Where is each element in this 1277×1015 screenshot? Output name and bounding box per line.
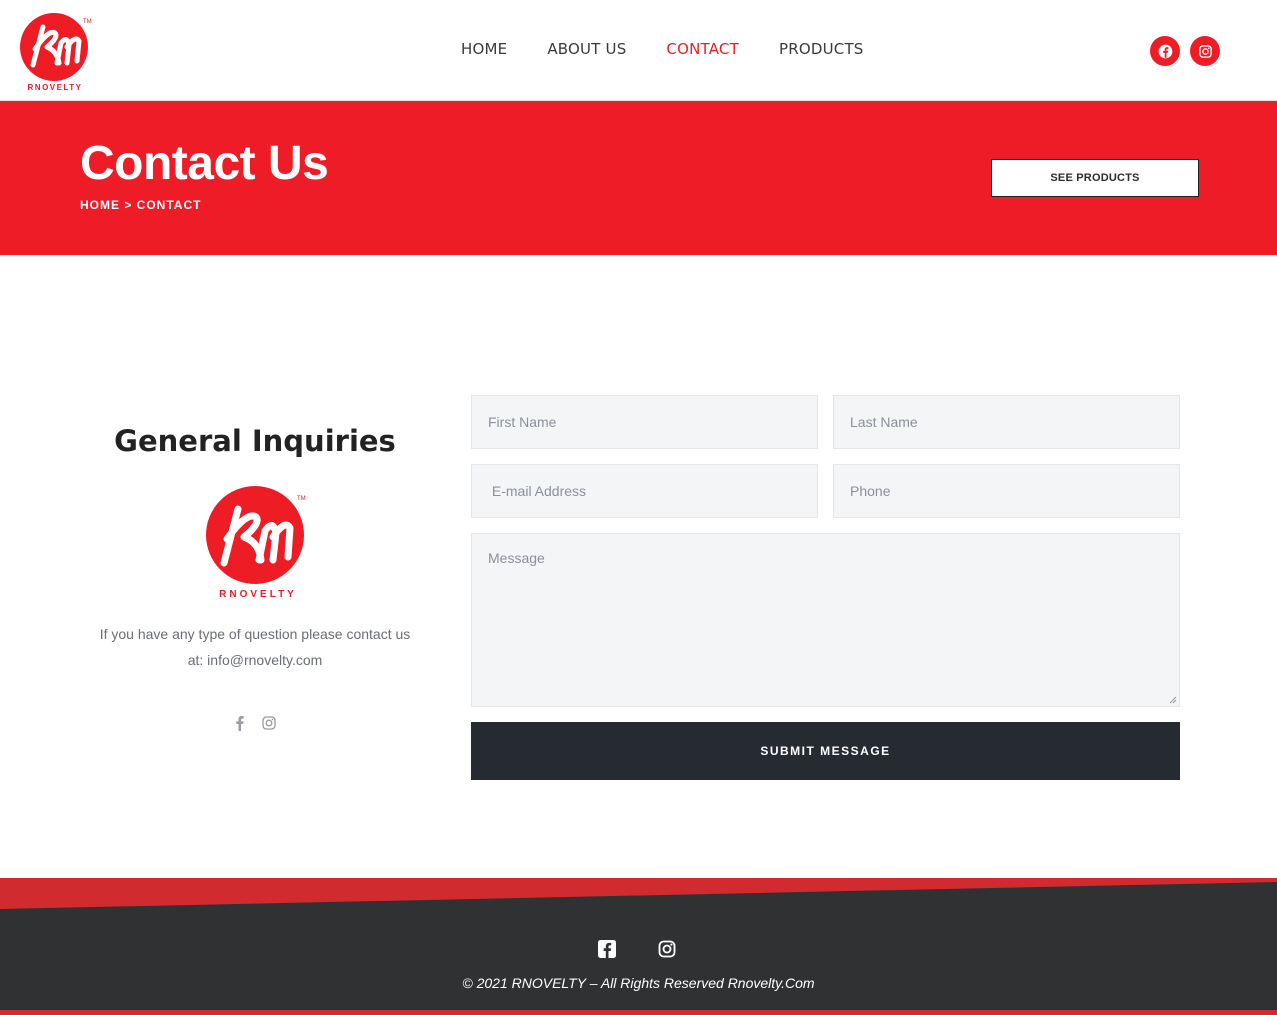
- phone-field-wrapper: [833, 464, 1180, 518]
- nav-products[interactable]: PRODUCTS: [779, 40, 864, 58]
- copyright-text: © 2021 RNOVELTY – All Rights Reserved Rn…: [462, 975, 815, 991]
- page-title: Contact Us: [80, 137, 329, 190]
- facebook-square-icon[interactable]: [597, 939, 617, 964]
- rnovelty-logo[interactable]: TM RNOVELTY: [19, 11, 95, 93]
- svg-text:TM: TM: [83, 19, 92, 25]
- first-name-field-wrapper: [471, 395, 818, 449]
- page-hero: Contact Us HOME > CONTACT SEE PRODUCTS: [0, 101, 1277, 255]
- last-name-input[interactable]: [834, 396, 1179, 448]
- instagram-icon[interactable]: [657, 939, 677, 964]
- nav-home[interactable]: HOME: [461, 40, 507, 58]
- footer-social: [597, 939, 677, 964]
- header-social: [1150, 36, 1220, 66]
- phone-input[interactable]: [834, 465, 1179, 517]
- last-name-field-wrapper: [833, 395, 1180, 449]
- instagram-icon[interactable]: [261, 715, 277, 736]
- see-products-button[interactable]: SEE PRODUCTS: [991, 159, 1199, 197]
- instagram-icon[interactable]: [1190, 36, 1220, 66]
- message-field-wrapper: [471, 533, 1180, 707]
- nav-contact[interactable]: CONTACT: [666, 40, 739, 58]
- submit-message-button[interactable]: SUBMIT MESSAGE: [471, 722, 1180, 780]
- svg-text:RNOVELTY: RNOVELTY: [219, 589, 297, 600]
- svg-text:TM: TM: [297, 496, 306, 502]
- site-header: TM RNOVELTY HOME ABOUT US CONTACT PRODUC…: [0, 0, 1277, 101]
- breadcrumb: HOME > CONTACT: [80, 198, 202, 212]
- email-input[interactable]: [472, 465, 817, 517]
- resize-handle-icon[interactable]: [1169, 696, 1177, 704]
- nav-about-us[interactable]: ABOUT US: [547, 40, 626, 58]
- inquiries-social: [233, 715, 277, 736]
- rnovelty-logo-large: TM RNOVELTY: [206, 486, 306, 600]
- main-nav: HOME ABOUT US CONTACT PRODUCTS: [461, 40, 864, 58]
- first-name-input[interactable]: [472, 396, 817, 448]
- inquiries-text: If you have any type of question please …: [99, 626, 411, 668]
- facebook-icon[interactable]: [1150, 36, 1180, 66]
- svg-text:RNOVELTY: RNOVELTY: [28, 83, 83, 92]
- general-inquiries-heading: General Inquiries: [114, 424, 396, 458]
- facebook-icon[interactable]: [233, 715, 247, 736]
- email-field-wrapper: [471, 464, 818, 518]
- message-textarea[interactable]: [472, 534, 1179, 706]
